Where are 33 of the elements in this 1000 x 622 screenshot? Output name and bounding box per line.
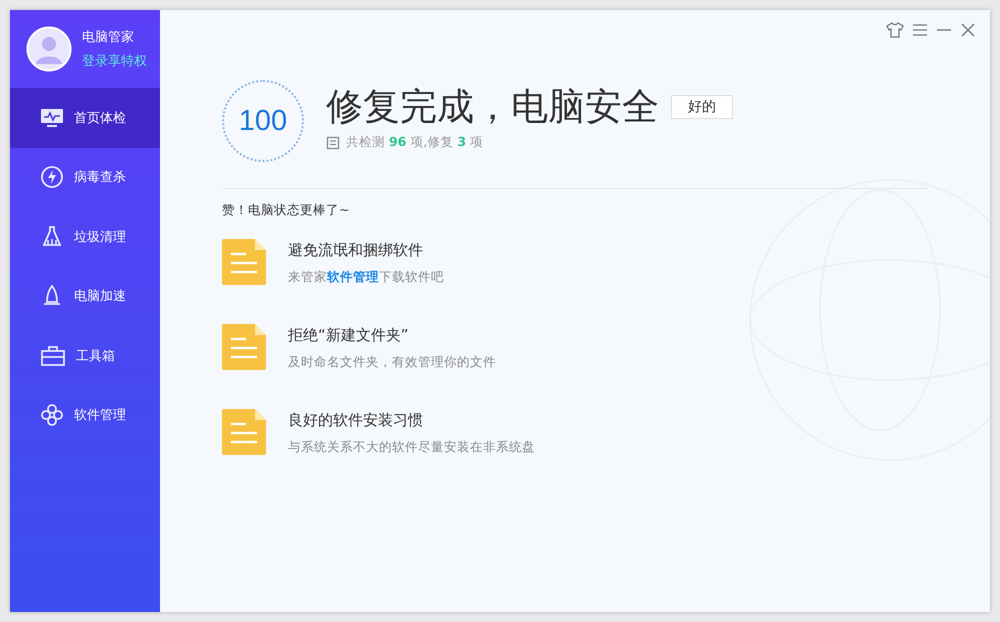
tip-description: 与系统关系不大的软件尽量安装在非系统盘 [288,439,535,456]
nav-item[interactable]: 工具箱 [10,326,160,386]
broom-icon [40,224,64,249]
ok-button[interactable]: 好的 [671,95,733,119]
nav-item[interactable]: 病毒查杀 [10,148,160,207]
lightning-circle-icon [40,165,64,190]
tip-title: 避免流氓和捆绑软件 [288,241,424,260]
nav-item[interactable]: 首页体检 [10,88,160,148]
tip-description: 来管家软件管理下载软件吧 [288,269,444,286]
shirt-icon[interactable] [886,22,904,38]
document-icon [222,324,266,370]
tip-title: 拒绝“新建文件夹” [288,326,410,345]
document-icon [222,239,266,285]
nav-item[interactable]: 电脑加速 [10,266,160,326]
menu-icon[interactable] [912,22,928,38]
tip-description: 及时命名文件夹，有效管理你的文件 [288,354,496,371]
avatar-icon[interactable] [26,26,72,72]
software-manager-link[interactable]: 软件管理 [327,269,379,284]
praise-text: 赞！电脑状态更棒了~ [222,202,350,219]
toolbox-icon [40,344,66,367]
login-link[interactable]: 登录享特权 [82,52,147,70]
clover-icon [40,403,64,428]
report-icon [326,136,340,150]
scan-summary: 共检测 96 项,修复 3 项 [346,134,483,151]
tip-title: 良好的软件安装习惯 [288,411,424,430]
document-icon [222,409,266,455]
app-name: 电脑管家 [82,29,135,46]
monitor-icon [40,106,64,129]
nav-item[interactable]: 软件管理 [10,386,160,445]
score-circle: 100 [222,80,304,162]
nav-item[interactable]: 垃圾清理 [10,207,160,266]
close-icon[interactable] [960,22,976,38]
result-title: 修复完成，电脑安全 [326,84,659,130]
